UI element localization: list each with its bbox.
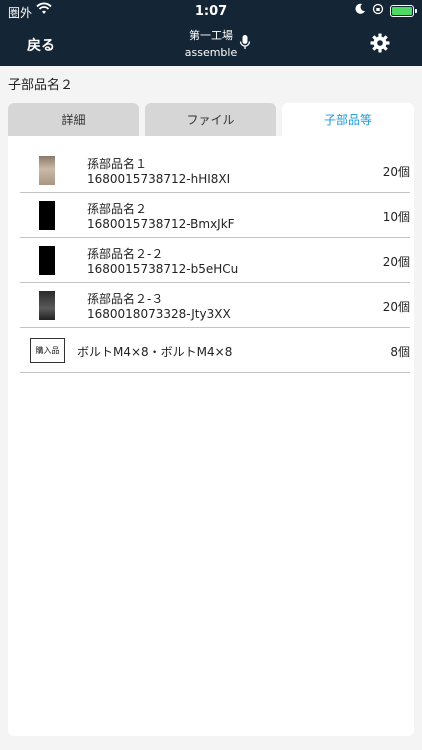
part-quantity: 10個	[382, 210, 410, 224]
microphone-icon[interactable]	[239, 34, 251, 54]
factory-name: 第一工場	[189, 29, 233, 42]
nav-title: 第一工場 assemble	[0, 27, 422, 61]
part-thumbnail	[39, 291, 55, 320]
list-item[interactable]: 孫部品名２-３ 1680018073328-Jty3XX 20個	[20, 283, 410, 328]
tab-bar: 詳細 ファイル 子部品等	[8, 103, 414, 136]
part-code: 1680015738712-BmxJkF	[87, 217, 235, 231]
gear-icon[interactable]	[370, 33, 390, 57]
child-parts-panel: 孫部品名１ 1680015738712-hHI8XI 20個 孫部品名２ 168…	[8, 136, 414, 736]
part-title: 子部品名２	[8, 78, 74, 93]
part-thumbnail	[39, 156, 55, 185]
list-item[interactable]: 孫部品名２-２ 1680015738712-b5eHCu 20個	[20, 238, 410, 283]
part-code: 1680015738712-hHI8XI	[87, 172, 231, 186]
part-name: 孫部品名２-２	[87, 247, 164, 261]
part-code: 1680018073328-Jty3XX	[87, 307, 231, 321]
tab-child-parts[interactable]: 子部品等	[282, 103, 414, 136]
tab-details[interactable]: 詳細	[8, 103, 139, 136]
purchased-item-name: ボルトM4×8・ボルトM4×8	[77, 345, 233, 359]
purchased-item-row[interactable]: 購入品 ボルトM4×8・ボルトM4×8 8個	[20, 328, 410, 373]
list-item[interactable]: 孫部品名１ 1680015738712-hHI8XI 20個	[20, 148, 410, 193]
part-thumbnail	[39, 201, 55, 230]
navigation-bar: 戻る 第一工場 assemble	[0, 22, 422, 66]
tab-files[interactable]: ファイル	[145, 103, 276, 136]
rotation-lock-icon	[372, 3, 384, 18]
part-code: 1680015738712-b5eHCu	[87, 262, 239, 276]
status-icons	[354, 3, 417, 18]
part-name: 孫部品名２	[87, 202, 148, 216]
purchased-badge: 購入品	[30, 338, 65, 363]
part-thumbnail	[39, 246, 55, 275]
list-item[interactable]: 孫部品名２ 1680015738712-BmxJkF 10個	[20, 193, 410, 238]
battery-icon	[390, 4, 417, 17]
nav-subtitle: assemble	[184, 46, 238, 59]
part-quantity: 20個	[382, 300, 410, 314]
part-quantity: 20個	[382, 165, 410, 179]
part-quantity: 20個	[382, 255, 410, 269]
part-quantity: 8個	[390, 345, 410, 359]
moon-icon	[354, 3, 366, 18]
status-bar: 圏外 1:07	[0, 0, 422, 22]
part-name: 孫部品名２-３	[87, 292, 164, 306]
part-name: 孫部品名１	[87, 157, 148, 171]
